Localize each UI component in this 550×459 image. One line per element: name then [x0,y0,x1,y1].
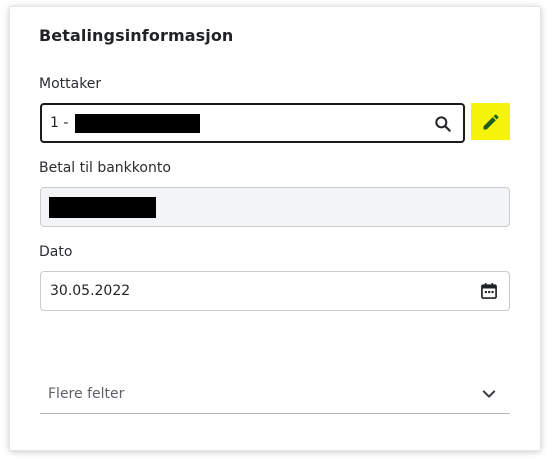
redacted-account-number [49,196,156,218]
chevron-down-icon [482,390,496,398]
date-input[interactable]: 30.05.2022 [40,271,510,311]
more-fields-label: Flere felter [48,385,125,402]
date-label: Dato [39,244,73,260]
recipient-value: 1 - [50,115,69,131]
section-title: Betalingsinformasjon [39,26,234,45]
more-fields-toggle[interactable]: Flere felter [40,374,510,414]
redacted-recipient-name [75,113,201,133]
recipient-label: Mottaker [39,76,102,92]
date-value: 30.05.2022 [50,283,131,299]
recipient-search-input[interactable]: 1 - [40,103,465,143]
edit-recipient-button[interactable] [471,103,510,140]
pencil-icon [483,113,499,129]
bank-account-field [40,187,510,227]
payment-info-card: Betalingsinformasjon Mottaker 1 - Betal … [10,7,540,450]
account-label: Betal til bankkonto [39,160,171,176]
search-icon[interactable] [433,114,453,134]
calendar-icon[interactable] [479,281,499,301]
